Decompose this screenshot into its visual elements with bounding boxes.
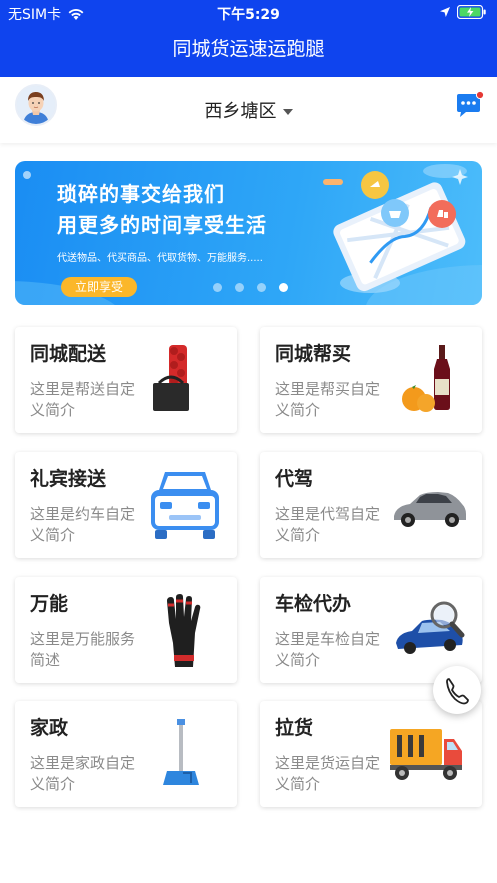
card-desc: 这里是万能服务简述 [30,630,136,669]
handbag-roses-icon [153,345,189,411]
card-title: 同城配送 [30,343,107,365]
truck-icon [390,729,462,780]
messages-button[interactable] [454,90,485,121]
caret-down-icon [282,109,293,115]
status-bar: 无SIM卡 下午5:29 [0,0,497,24]
card-desc: 这里是帮买自定义简介 [275,380,381,419]
service-card-delivery[interactable]: 同城配送 这里是帮送自定义简介 [15,327,237,433]
card-title: 同城帮买 [275,343,352,365]
card-desc: 这里是帮送自定义简介 [30,380,136,419]
card-title: 车检代办 [275,593,352,615]
broom-icon [163,719,199,785]
page-title: 同城货运速运跑腿 [172,38,325,60]
location-label: 西乡塘区 [204,101,277,122]
card-title: 家政 [30,717,69,739]
glove-icon [167,594,201,667]
card-desc: 这里是代驾自定义简介 [275,505,381,544]
card-title: 万能 [30,593,69,615]
banner-headline-2: 用更多的时间享受生活 [57,213,267,237]
pagination-dot[interactable] [235,283,244,292]
status-right [439,5,487,19]
service-card-housekeeping[interactable]: 家政 这里是家政自定义简介 [15,701,237,807]
service-card-universal[interactable]: 万能 这里是万能服务简述 [15,577,237,683]
sedan-icon [394,492,466,527]
car-inspection-icon [396,601,465,654]
header: 西乡塘区 [0,77,497,143]
card-title: 拉货 [275,717,314,739]
pagination-dot[interactable] [213,283,222,292]
card-title: 礼宾接送 [30,468,107,490]
card-desc: 这里是约车自定义简介 [30,505,136,544]
nav-bar: 同城货运速运跑腿 [0,24,497,77]
banner-headline-1: 琐碎的事交给我们 [57,182,225,206]
card-title: 代驾 [275,468,314,490]
service-card-pickup[interactable]: 礼宾接送 这里是约车自定义简介 [15,452,237,558]
pagination-dot[interactable] [257,283,266,292]
location-selector[interactable]: 西乡塘区 [0,97,497,123]
promo-banner[interactable]: 琐碎的事交给我们 用更多的时间享受生活 代送物品、代买商品、代取货物、万能服务.… [15,161,482,305]
service-card-freight[interactable]: 拉货 这里是货运自定义简介 [260,701,482,807]
wine-oranges-icon [402,345,450,412]
card-desc: 这里是家政自定义简介 [30,754,136,793]
car-front-icon [151,472,219,539]
card-desc: 这里是车检自定义简介 [275,630,381,669]
banner-subtitle: 代送物品、代买商品、代取货物、万能服务..... [57,253,263,264]
pagination-dot-active[interactable] [279,283,288,292]
battery-charging-icon [457,5,486,19]
banner-cta-button[interactable]: 立即享受 [61,277,137,297]
card-desc: 这里是货运自定义简介 [275,754,381,793]
call-button[interactable] [433,666,481,714]
phone-icon [446,678,469,705]
service-card-designated-driver[interactable]: 代驾 这里是代驾自定义简介 [260,452,482,558]
banner-pagination [213,283,288,292]
status-time: 下午5:29 [217,7,280,23]
location-arrow-icon [440,7,450,17]
chat-bubble-icon [457,90,485,117]
service-card-buy[interactable]: 同城帮买 这里是帮买自定义简介 [260,327,482,433]
